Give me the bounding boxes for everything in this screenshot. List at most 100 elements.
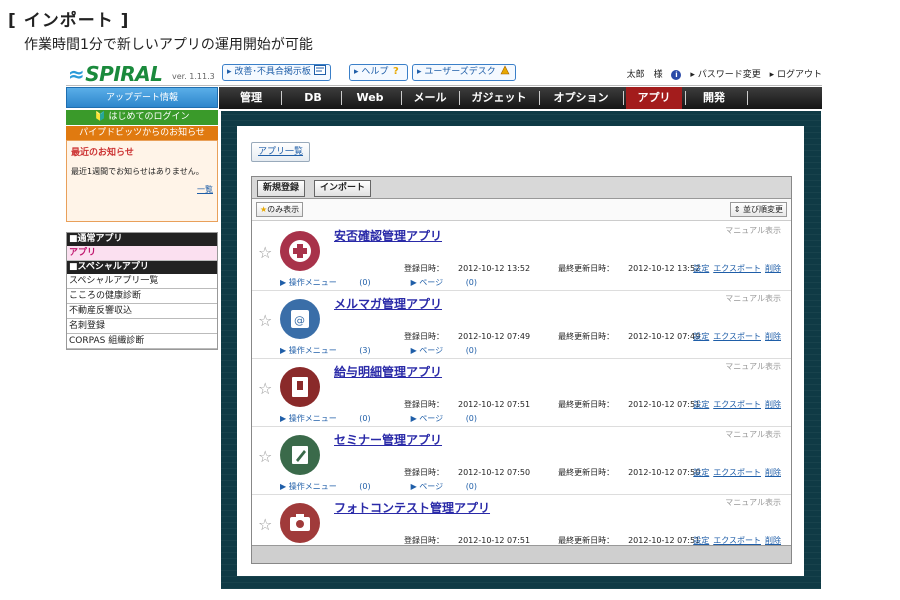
settings-link[interactable]: 設定	[693, 536, 709, 545]
pages-count: (0)	[465, 346, 478, 355]
created-value: 2012-10-12 07:51	[458, 400, 531, 409]
ops-menu-link[interactable]: ▶ 操作メニュー (0)	[280, 278, 391, 287]
help-button[interactable]: ▸ ヘルプ?	[349, 64, 409, 81]
sidebar-item-corpas[interactable]: CORPAS 組織診断	[67, 334, 217, 349]
sidebar-item-realestate[interactable]: 不動産反響収込	[67, 304, 217, 319]
sidebar: アップデート情報 🔰 はじめてのログイン パイプドビッツからのお知らせ 最近のお…	[66, 87, 218, 350]
row-submenus: ▶ 操作メニュー (3) ▶ ページ (0)	[280, 345, 517, 356]
update-info-button[interactable]: アップデート情報	[66, 87, 218, 108]
pages-label: ▶ ページ	[410, 414, 444, 423]
export-link[interactable]: エクスポート	[713, 332, 761, 341]
export-link[interactable]: エクスポート	[713, 400, 761, 409]
row-actions: 設定 エクスポート 削除	[689, 467, 781, 478]
nav-app[interactable]: アプリ	[626, 87, 682, 109]
beginner-icon: 🔰	[94, 112, 106, 122]
ops-menu-link[interactable]: ▶ 操作メニュー (0)	[280, 482, 391, 491]
manual-link[interactable]: マニュアル表示	[725, 293, 781, 304]
delete-link[interactable]: 削除	[765, 264, 781, 273]
user-name: 太郎 様	[626, 70, 663, 80]
nav-divider	[747, 91, 748, 105]
app-name-link[interactable]: セミナー管理アプリ	[334, 431, 442, 448]
pages-link[interactable]: ▶ ページ (0)	[411, 414, 497, 423]
settings-link[interactable]: 設定	[693, 468, 709, 477]
app-dates: 登録日時： 2012-10-12 07:51 最終更新日時： 2012-10-12 0…	[404, 399, 728, 410]
news-title: 最近のお知らせ	[71, 148, 134, 158]
pages-label: ▶ ページ	[410, 278, 444, 287]
section-header-special: ■スペシャルアプリ	[67, 261, 217, 274]
settings-link[interactable]: 設定	[693, 400, 709, 409]
sort-button[interactable]: ⇕ 並び順変更	[729, 202, 787, 217]
app-name-link[interactable]: メルマガ管理アプリ	[334, 295, 442, 312]
manual-link[interactable]: マニュアル表示	[725, 225, 781, 236]
nav-develop[interactable]: 開発	[689, 87, 739, 109]
pages-link[interactable]: ▶ ページ (0)	[411, 346, 497, 355]
desk-icon	[499, 65, 511, 75]
import-button[interactable]: インポート	[314, 180, 372, 197]
favorite-star-icon[interactable]: ☆	[258, 515, 272, 534]
settings-link[interactable]: 設定	[693, 332, 709, 341]
main-nav: 管理 DB Web メール ガジェット オプション アプリ 開発	[219, 87, 822, 109]
pages-link[interactable]: ▶ ページ (0)	[411, 482, 497, 491]
app-dates: 登録日時： 2012-10-12 07:49 最終更新日時： 2012-10-12 0…	[404, 331, 728, 342]
nav-web[interactable]: Web	[347, 87, 393, 109]
export-link[interactable]: エクスポート	[713, 536, 761, 545]
nav-divider	[281, 91, 282, 105]
new-register-button[interactable]: 新規登録	[257, 180, 306, 197]
favorite-star-icon[interactable]: ☆	[258, 243, 272, 262]
nav-option[interactable]: オプション	[543, 87, 619, 109]
ops-menu-link[interactable]: ▶ 操作メニュー (0)	[280, 414, 391, 423]
section-header-normal: ■通常アプリ	[67, 233, 217, 246]
password-change-link[interactable]: ▸ パスワード変更	[690, 70, 760, 80]
manual-link[interactable]: マニュアル表示	[725, 361, 781, 372]
sidebar-item-mental-check[interactable]: こころの健康診断	[67, 289, 217, 304]
nav-mail[interactable]: メール	[405, 87, 455, 109]
delete-link[interactable]: 削除	[765, 332, 781, 341]
logout-link[interactable]: ▸ ログアウト	[770, 70, 822, 80]
app-list-box: 新規登録 インポート ★のみ表示 ⇕ 並び順変更 ☆ 安否確認管理アプリ マニュ…	[251, 176, 792, 564]
pages-link[interactable]: ▶ ページ (0)	[411, 278, 497, 287]
ops-menu-link[interactable]: ▶ 操作メニュー (3)	[280, 346, 391, 355]
created-label: 登録日時：	[404, 264, 444, 273]
settings-link[interactable]: 設定	[693, 264, 709, 273]
sidebar-item-special-list[interactable]: スペシャルアプリ一覧	[67, 274, 217, 289]
manual-link[interactable]: マニュアル表示	[725, 429, 781, 440]
export-link[interactable]: エクスポート	[713, 264, 761, 273]
news-more-link[interactable]: 一覧	[71, 184, 213, 195]
nav-admin[interactable]: 管理	[231, 87, 271, 109]
export-link[interactable]: エクスポート	[713, 468, 761, 477]
filter-bar: ★のみ表示 ⇕ 並び順変更	[252, 199, 791, 221]
top-bar: ≈SPIRAL ver. 1.11.3 ▸ 改善･不具合掲示板 ▸ ヘルプ? ▸…	[66, 58, 822, 86]
nav-db[interactable]: DB	[291, 87, 335, 109]
users-desk-button[interactable]: ▸ ユーザーズデスク	[412, 64, 516, 81]
manual-link[interactable]: マニュアル表示	[725, 497, 781, 508]
list-item: ☆ @ メルマガ管理アプリ マニュアル表示 登録日時： 2012-10-12 07…	[252, 291, 791, 359]
pipe-notice-button[interactable]: パイプドビッツからのお知らせ	[66, 126, 218, 140]
info-icon[interactable]: i	[671, 70, 682, 80]
updated-label: 最終更新日時：	[558, 332, 615, 341]
board-button[interactable]: ▸ 改善･不具合掲示板	[222, 64, 331, 81]
delete-link[interactable]: 削除	[765, 536, 781, 545]
ops-menu-label: ▶ 操作メニュー	[280, 346, 337, 355]
spiral-logo[interactable]: ≈SPIRAL	[68, 62, 163, 86]
created-label: 登録日時：	[404, 536, 444, 545]
list-item: ☆ 安否確認管理アプリ マニュアル表示 登録日時： 2012-10-12 13:5…	[252, 223, 791, 291]
favorite-star-icon[interactable]: ☆	[258, 379, 272, 398]
camera-icon	[280, 503, 320, 543]
created-value: 2012-10-12 07:50	[458, 468, 531, 477]
sidebar-item-app[interactable]: アプリ	[67, 246, 217, 261]
favorites-only-button[interactable]: ★のみ表示	[256, 202, 304, 217]
app-name-link[interactable]: 安否確認管理アプリ	[334, 227, 442, 244]
favorite-star-icon[interactable]: ☆	[258, 311, 272, 330]
app-name-link[interactable]: 給与明細管理アプリ	[334, 363, 442, 380]
first-login-button[interactable]: 🔰 はじめてのログイン	[66, 110, 218, 125]
app-name-link[interactable]: フォトコンテスト管理アプリ	[334, 499, 490, 516]
delete-link[interactable]: 削除	[765, 468, 781, 477]
updated-label: 最終更新日時：	[558, 468, 615, 477]
nav-gadget[interactable]: ガジェット	[463, 87, 535, 109]
user-info: 太郎 様 i ▸ パスワード変更 ▸ ログアウト	[621, 67, 822, 80]
app-list-button[interactable]: アプリ一覧	[251, 142, 311, 162]
favorite-star-icon[interactable]: ☆	[258, 447, 272, 466]
delete-link[interactable]: 削除	[765, 400, 781, 409]
book-icon	[280, 367, 320, 407]
sidebar-item-business-card[interactable]: 名刺登録	[67, 319, 217, 334]
